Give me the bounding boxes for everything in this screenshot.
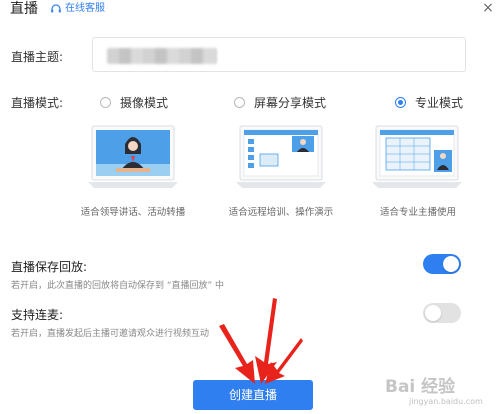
co-host-title: 支持连麦: bbox=[11, 308, 64, 322]
pro-mode-illustration[interactable] bbox=[372, 124, 462, 194]
create-live-button[interactable]: 创建直播 bbox=[193, 380, 313, 410]
toggle-knob bbox=[425, 305, 441, 321]
mode-label: 直播模式: bbox=[11, 96, 64, 110]
radio-camera-label: 摄像模式 bbox=[120, 96, 169, 110]
online-service-label: 在线客服 bbox=[65, 3, 105, 14]
co-host-desc: 若开启，直播发起后主播可邀请观众进行视频互动 bbox=[11, 329, 210, 339]
save-replay-toggle[interactable] bbox=[423, 254, 461, 274]
watermark-url: jingyan.baidu.com bbox=[409, 397, 483, 406]
online-service-link[interactable]: 在线客服 bbox=[50, 2, 105, 16]
topic-label: 直播主题: bbox=[11, 50, 64, 64]
radio-screen-share-label: 屏幕分享模式 bbox=[254, 96, 327, 110]
radio-camera-mode[interactable]: 摄像模式 bbox=[100, 94, 168, 111]
camera-mode-caption: 适合领导讲话、活动转播 bbox=[80, 207, 186, 218]
red-arrows-annotation bbox=[219, 298, 303, 384]
radio-dot bbox=[234, 97, 245, 108]
title-bar: 直播 在线客服 × bbox=[0, 0, 500, 20]
screen-share-caption: 适合远程培训、操作演示 bbox=[228, 207, 334, 218]
save-replay-title: 直播保存回放: bbox=[11, 260, 88, 274]
radio-dot bbox=[100, 97, 111, 108]
toggle-knob bbox=[443, 256, 459, 272]
watermark-logo: Bai 经验 bbox=[385, 377, 456, 397]
radio-pro-mode[interactable]: 专业模式 bbox=[395, 94, 463, 111]
topic-input[interactable] bbox=[92, 37, 466, 72]
save-replay-desc: 若开启，此次直播的回放将自动保存到 “直播回放” 中 bbox=[11, 281, 225, 291]
close-icon[interactable]: × bbox=[480, 0, 496, 16]
screen-share-illustration[interactable] bbox=[236, 124, 326, 194]
pro-mode-caption: 适合专业主播使用 bbox=[379, 207, 456, 218]
topic-value-redacted bbox=[107, 48, 217, 64]
headset-icon bbox=[51, 4, 61, 13]
radio-pro-label: 专业模式 bbox=[415, 96, 464, 110]
window-title: 直播 bbox=[10, 1, 38, 17]
radio-dot bbox=[395, 97, 406, 108]
camera-mode-illustration[interactable] bbox=[88, 124, 178, 194]
radio-screen-share-mode[interactable]: 屏幕分享模式 bbox=[234, 94, 326, 111]
co-host-toggle[interactable] bbox=[423, 303, 461, 323]
